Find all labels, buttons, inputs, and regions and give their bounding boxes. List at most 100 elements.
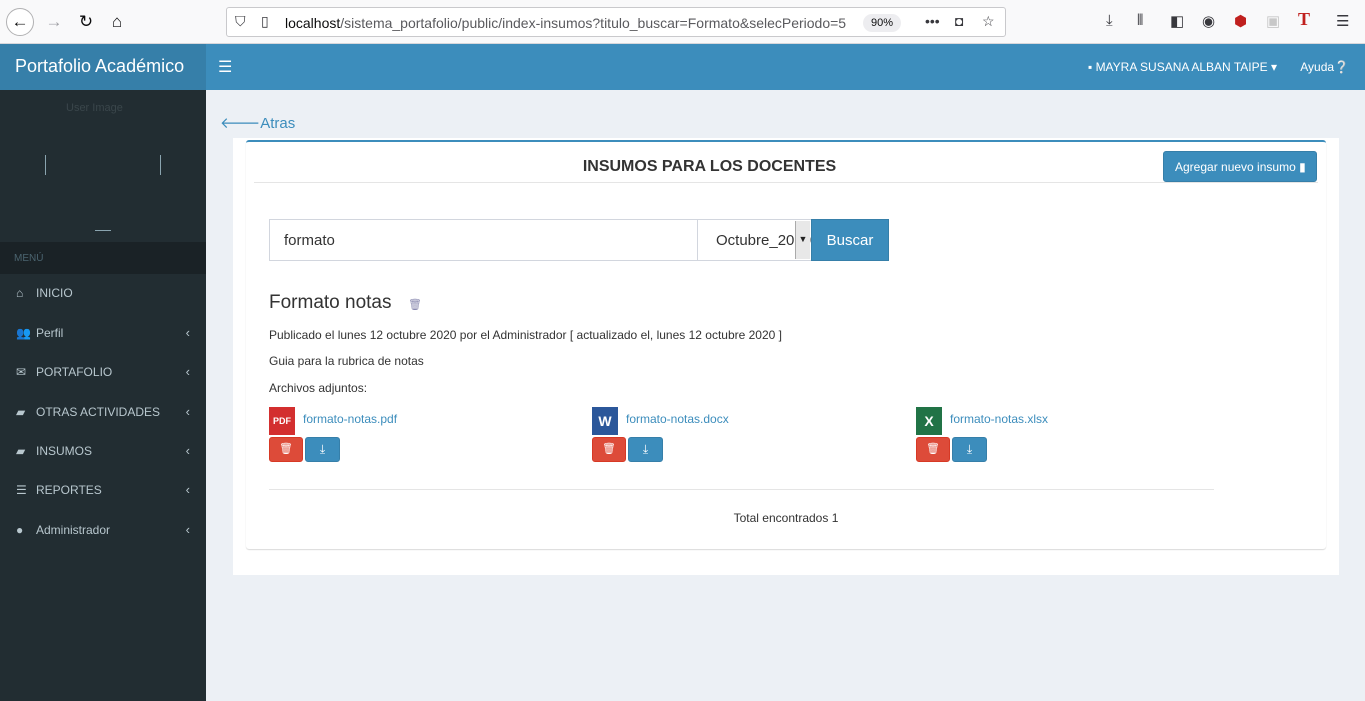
search-input[interactable] <box>269 219 698 261</box>
chevron-left-icon: ‹ <box>185 482 190 497</box>
url-host: localhost <box>285 15 341 31</box>
downloads-icon[interactable]: ⤓ <box>1106 12 1113 29</box>
sidebar-item-portafolio[interactable]: ✉ PORTAFOLIO ‹ <box>0 353 206 392</box>
chevron-left-icon: ‹ <box>185 443 190 458</box>
more-actions-icon[interactable]: ••• <box>925 13 940 29</box>
results-divider <box>269 489 1214 490</box>
sidebar-item-inicio[interactable]: ⌂ INICIO <box>0 274 206 313</box>
download-icon: ⤓ <box>966 442 973 456</box>
file-link[interactable]: formato-notas.docx <box>626 412 729 426</box>
sidebar-item-label: PORTAFOLIO <box>36 365 113 379</box>
sidebar-item-label: Administrador <box>36 523 111 537</box>
item-title: Formato notas <box>269 292 392 313</box>
box-divider <box>254 182 1318 183</box>
insumos-box: INSUMOS PARA LOS DOCENTES Agregar nuevo … <box>246 140 1326 549</box>
url-text: localhost/sistema_portafolio/public/inde… <box>285 15 846 31</box>
trash-icon[interactable]: 🗑 <box>408 298 422 311</box>
total-count: Total encontrados 1 <box>733 511 839 525</box>
chevron-left-icon: ‹ <box>185 325 190 340</box>
help-label: Ayuda <box>1300 60 1335 74</box>
browser-forward-icon[interactable]: → <box>40 8 68 36</box>
page-info-icon[interactable]: ▯ <box>261 13 269 30</box>
users-icon: 👥 <box>16 326 31 340</box>
chevron-left-icon: ‹ <box>185 522 190 537</box>
sidebar: User Image MENÚ ⌂ INICIO 👥 Perfil ‹ ✉ PORTAF… <box>0 90 206 701</box>
sidebar-item-label: INSUMOS <box>36 444 93 458</box>
trash-icon: 🗑 <box>926 443 940 455</box>
sidebar-item-perfil[interactable]: 👥 Perfil ‹ <box>0 314 206 353</box>
user-menu[interactable]: ▪ MAYRA SUSANA ALBAN TAIPE ▾ <box>1088 60 1277 74</box>
sidebar-item-label: OTRAS ACTIVIDADES <box>36 405 161 419</box>
published-info: Publicado el lunes 12 octubre 2020 por e… <box>269 328 782 342</box>
download-icon: ⤓ <box>642 442 649 456</box>
database-icon: ☰ <box>16 483 27 497</box>
browser-back-icon[interactable]: ← <box>6 8 34 36</box>
envelope-icon: ✉ <box>16 365 27 379</box>
user-icon: ● <box>16 523 24 537</box>
delete-file-button[interactable]: 🗑 <box>269 437 303 462</box>
help-link[interactable]: Ayuda❔ <box>1300 60 1349 74</box>
item-description: Guia para la rubrica de notas <box>269 354 424 368</box>
ublock-icon[interactable]: ⬢ <box>1234 12 1247 30</box>
file-link[interactable]: formato-notas.xlsx <box>950 412 1048 426</box>
library-icon[interactable]: ⫴ <box>1137 12 1143 29</box>
attachment-pdf: PDF formato-notas.pdf 🗑 ⤓ <box>269 407 489 467</box>
app-menu-icon[interactable]: ☰ <box>1336 12 1349 30</box>
url-path: /sistema_portafolio/public/index-insumos… <box>340 15 847 31</box>
sidebar-toggle-icon[interactable]: ◧ <box>1170 12 1184 30</box>
chevron-left-icon: ‹ <box>185 364 190 379</box>
download-file-button[interactable]: ⤓ <box>628 437 663 462</box>
menu-header: MENÚ <box>0 242 206 274</box>
page-title: INSUMOS PARA LOS DOCENTES <box>582 158 837 175</box>
url-bar[interactable]: ⛉ ▯ localhost/sistema_portafolio/public/… <box>226 7 1006 37</box>
pdf-file-icon: PDF <box>269 407 295 435</box>
folder-open-icon: ▰ <box>16 444 26 458</box>
sidebar-item-label: INICIO <box>36 286 73 300</box>
sidebar-item-label: REPORTES <box>36 483 102 497</box>
back-label: Atras <box>260 115 296 132</box>
attachment-xlsx: X formato-notas.xlsx 🗑 ⤓ <box>916 407 1136 467</box>
app-header: Portafolio Académico ☰ ▪ MAYRA SUSANA AL… <box>0 44 1365 90</box>
app-logo[interactable]: Portafolio Académico <box>0 44 206 90</box>
download-file-button[interactable]: ⤓ <box>305 437 340 462</box>
excel-file-icon: X <box>916 407 942 435</box>
download-file-button[interactable]: ⤓ <box>952 437 987 462</box>
sidebar-item-insumos[interactable]: ▰ INSUMOS ‹ <box>0 432 206 471</box>
caret-down-icon: ▾ <box>1267 60 1277 74</box>
sidebar-toggle-icon[interactable]: ☰ <box>218 57 232 77</box>
folder-open-icon: ▰ <box>16 405 26 419</box>
home-icon: ⌂ <box>16 286 24 300</box>
back-link[interactable]: 🡐Atras <box>220 113 295 132</box>
delete-file-button[interactable]: 🗑 <box>592 437 626 462</box>
extension-icon[interactable]: ▣ <box>1266 12 1280 30</box>
select-arrow-icon[interactable]: ▼ <box>795 221 810 259</box>
reload-icon[interactable]: ↻ <box>72 8 100 36</box>
attachments-label: Archivos adjuntos: <box>269 381 368 395</box>
shield-icon: ⛉ <box>235 13 246 29</box>
word-file-icon: W <box>592 407 618 435</box>
period-select[interactable]: Octubre_2020 ▼ <box>697 219 812 261</box>
image-frame <box>45 155 161 175</box>
image-dash <box>95 230 111 231</box>
download-icon: ⤓ <box>319 442 326 456</box>
delete-file-button[interactable]: 🗑 <box>916 437 950 462</box>
question-icon: ❔ <box>1334 60 1349 74</box>
sidebar-item-otras-actividades[interactable]: ▰ OTRAS ACTIVIDADES ‹ <box>0 393 206 432</box>
file-link[interactable]: formato-notas.pdf <box>303 412 397 426</box>
chevron-left-icon: ‹ <box>185 404 190 419</box>
sidebar-item-administrador[interactable]: ● Administrador ‹ <box>0 511 206 550</box>
text-extension-icon[interactable]: T <box>1298 9 1310 30</box>
user-name: MAYRA SUSANA ALBAN TAIPE <box>1095 60 1268 74</box>
monitor-icon: ▪ <box>1087 60 1096 74</box>
pocket-icon[interactable]: ◘ <box>955 13 963 29</box>
zoom-level[interactable]: 90% <box>863 14 902 32</box>
add-insumo-button[interactable]: Agregar nuevo insumo ▮ <box>1163 151 1317 182</box>
attachment-docx: W formato-notas.docx 🗑 ⤓ <box>592 407 812 467</box>
file-icon: ▮ <box>1299 160 1306 174</box>
arrow-left-icon: 🡐 <box>220 115 261 132</box>
sidebar-item-reportes[interactable]: ☰ REPORTES ‹ <box>0 471 206 510</box>
search-button[interactable]: Buscar <box>811 219 889 261</box>
home-icon[interactable]: ⌂ <box>103 8 131 36</box>
account-icon[interactable]: ◉ <box>1202 12 1215 30</box>
bookmark-star-icon[interactable]: ☆ <box>982 13 995 30</box>
